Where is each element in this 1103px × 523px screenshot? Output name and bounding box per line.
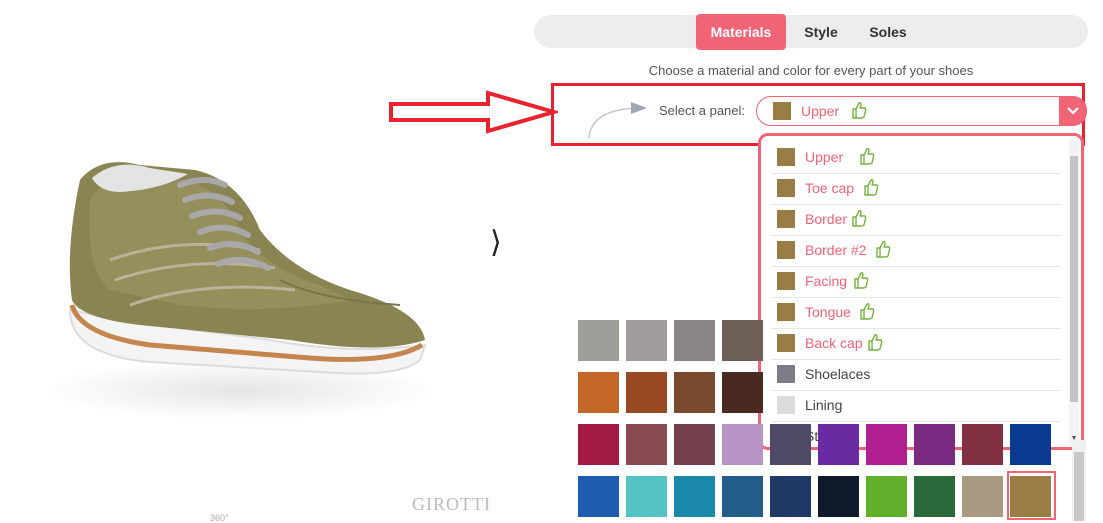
material-swatch[interactable] <box>626 320 667 361</box>
panel-option-label: Back cap <box>805 335 863 351</box>
panel-option[interactable]: Tongue <box>771 297 1061 329</box>
panel-option[interactable]: Shoelaces <box>771 359 1061 391</box>
material-swatch[interactable] <box>578 372 619 413</box>
panel-option-label: Shoelaces <box>805 366 871 382</box>
panel-option-swatch <box>777 396 795 414</box>
material-swatch[interactable] <box>626 476 667 517</box>
thumbs-up-icon <box>863 178 879 201</box>
material-swatch[interactable] <box>674 372 715 413</box>
material-swatch[interactable] <box>962 424 1003 465</box>
material-swatch[interactable] <box>770 476 811 517</box>
thumbs-up-icon <box>867 333 883 356</box>
panel-option-swatch <box>777 210 795 228</box>
thumbs-up-icon <box>859 147 875 170</box>
material-swatch[interactable] <box>626 424 667 465</box>
material-swatch[interactable] <box>578 476 619 517</box>
panel-option-label: Toe cap <box>805 180 855 196</box>
material-swatch[interactable] <box>722 320 763 361</box>
dropdown-scroll-thumb[interactable] <box>1070 156 1078 402</box>
panel-option[interactable]: Lining <box>771 390 1061 422</box>
panel-option[interactable]: Upper <box>771 142 1061 174</box>
material-swatch[interactable] <box>770 424 811 465</box>
material-swatch[interactable] <box>1010 424 1051 465</box>
panel-option-swatch <box>777 241 795 259</box>
thumbs-up-icon <box>875 240 891 263</box>
panel-option-swatch <box>777 148 795 166</box>
material-swatch[interactable] <box>866 476 907 517</box>
material-swatch[interactable] <box>722 372 763 413</box>
tab-soles[interactable]: Soles <box>862 14 914 50</box>
thumbs-up-icon <box>851 101 867 124</box>
panel-option[interactable]: Back cap <box>771 328 1061 360</box>
selected-swatch-outline <box>1007 471 1056 520</box>
thumbs-up-icon <box>859 302 875 325</box>
panel-option-swatch <box>777 272 795 290</box>
panel-option[interactable]: Facing <box>771 266 1061 298</box>
material-swatch[interactable] <box>914 424 955 465</box>
brand-logo: GIROTTI <box>412 494 491 514</box>
chevron-right-icon[interactable]: ⟩ <box>490 228 502 258</box>
thumbs-up-icon <box>853 271 869 294</box>
panel-option[interactable]: Border <box>771 204 1061 236</box>
chevron-down-icon <box>1067 107 1079 115</box>
dropdown-toggle-button[interactable] <box>1059 96 1087 126</box>
panel-option-label: Facing <box>805 273 848 289</box>
swatch-grid-scroll-thumb[interactable] <box>1074 452 1084 521</box>
panel-dropdown-list[interactable]: Upper Toe cap Border Border #2 Facing Tongue B… <box>758 133 1084 450</box>
swatch-grid-scrollbar[interactable] <box>1072 440 1086 521</box>
annotation-arrow <box>389 90 558 134</box>
panel-option-label: Lining <box>805 397 843 413</box>
material-swatch[interactable] <box>578 320 619 361</box>
material-swatch[interactable] <box>626 372 667 413</box>
rotate-hint: 360° <box>210 513 229 523</box>
dropdown-scrollbar[interactable]: ▼ <box>1069 140 1079 444</box>
panel-option[interactable]: Border #2 <box>771 235 1061 267</box>
instructions-text: Choose a material and color for every pa… <box>648 63 974 78</box>
thumbs-up-icon <box>851 209 867 232</box>
tab-style[interactable]: Style <box>796 14 846 50</box>
material-swatch[interactable] <box>722 424 763 465</box>
panel-option-label: Tongue <box>805 304 851 320</box>
material-swatch[interactable] <box>818 424 859 465</box>
panel-option-swatch <box>777 365 795 383</box>
panel-option-swatch <box>777 303 795 321</box>
shoe-preview-image[interactable] <box>20 140 460 410</box>
material-swatch[interactable] <box>914 476 955 517</box>
panel-option-label: Upper <box>805 149 844 165</box>
curved-arrow-icon <box>588 102 647 139</box>
selected-panel-swatch <box>773 102 791 120</box>
select-panel-label: Select a panel: <box>659 103 746 118</box>
material-swatch[interactable] <box>578 424 619 465</box>
material-swatch[interactable] <box>674 320 715 361</box>
panel-option-label: Border <box>805 211 848 227</box>
panel-option[interactable]: Toe cap <box>771 173 1061 205</box>
material-swatch[interactable] <box>674 476 715 517</box>
panel-option-swatch <box>777 179 795 197</box>
material-swatch[interactable] <box>962 476 1003 517</box>
panel-option-label: Border #2 <box>805 242 867 258</box>
panel-select[interactable]: Upper <box>756 96 1087 126</box>
selected-panel-label: Upper <box>801 103 840 119</box>
material-swatch[interactable] <box>722 476 763 517</box>
material-swatch[interactable] <box>674 424 715 465</box>
material-swatch[interactable] <box>818 476 859 517</box>
panel-option-swatch <box>777 334 795 352</box>
material-swatch[interactable] <box>866 424 907 465</box>
tab-materials[interactable]: Materials <box>696 14 786 50</box>
